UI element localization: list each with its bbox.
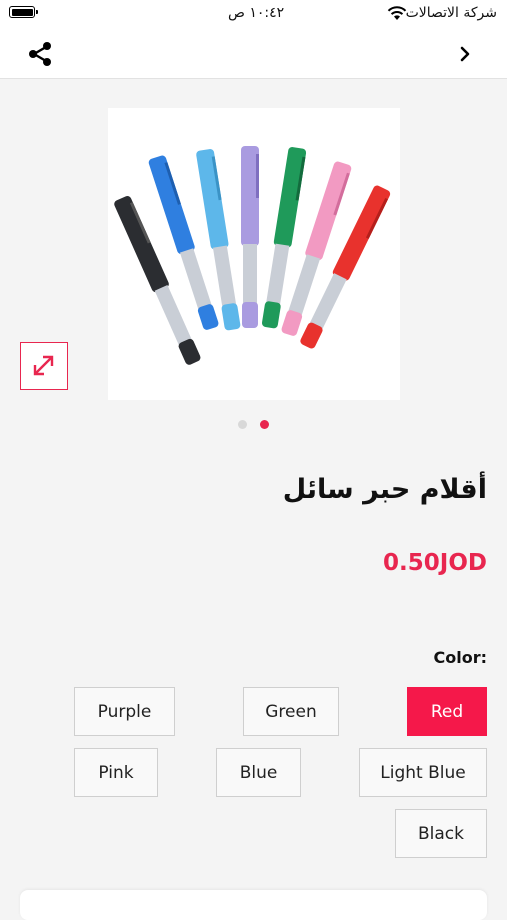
- color-option-pink[interactable]: Pink: [74, 748, 158, 797]
- color-option-red[interactable]: Red: [407, 687, 487, 736]
- color-option-black[interactable]: Black: [395, 809, 487, 858]
- color-option-blue[interactable]: Blue: [216, 748, 301, 797]
- nav-bar: [0, 28, 507, 79]
- expand-image-button[interactable]: [20, 342, 68, 390]
- color-label: Color:: [433, 648, 488, 667]
- share-button[interactable]: [26, 40, 54, 68]
- product-image[interactable]: [108, 108, 400, 400]
- bottom-panel: [20, 890, 487, 920]
- carrier-name: شركة الاتصالات: [405, 5, 497, 21]
- color-option-light-blue[interactable]: Light Blue: [359, 748, 487, 797]
- battery-icon: [9, 6, 38, 18]
- product-title: أقلام حبر سائل: [282, 474, 487, 505]
- share-icon: [29, 42, 51, 66]
- color-option-green[interactable]: Green: [243, 687, 339, 736]
- product-price: 0.50JOD: [383, 550, 487, 576]
- wifi-icon: [387, 6, 407, 20]
- back-button[interactable]: [454, 40, 478, 68]
- expand-icon: [33, 355, 54, 376]
- status-time: ١٠:٤٢ ص: [228, 5, 285, 21]
- status-bar: ١٠:٤٢ ص شركة الاتصالات: [0, 0, 507, 28]
- chevron-right-icon: [460, 46, 470, 62]
- color-option-purple[interactable]: Purple: [74, 687, 175, 736]
- carousel-dot-1[interactable]: [238, 420, 247, 429]
- pens-product-photo: [114, 146, 391, 365]
- carousel-dot-2-active[interactable]: [260, 420, 269, 429]
